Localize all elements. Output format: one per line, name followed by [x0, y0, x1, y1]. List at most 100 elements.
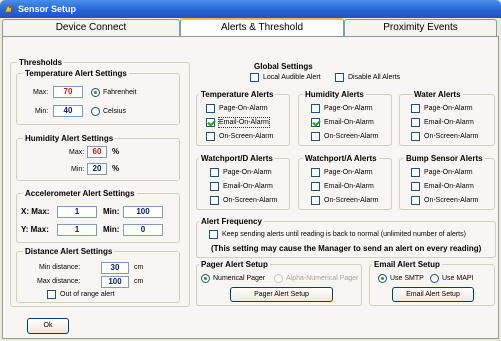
temp-min-input[interactable]: 40 [53, 105, 83, 117]
temp-on-screen-alarm-checkbox[interactable] [206, 132, 215, 141]
water-email-on-alarm-checkbox[interactable] [411, 118, 420, 127]
wpa-on-screen-alarm-checkbox[interactable] [311, 196, 320, 205]
wpd-email-on-alarm-label: Email-On-Alarm [223, 183, 273, 190]
ok-label: Ok [43, 322, 53, 329]
water-page-on-alarm-checkbox[interactable] [411, 104, 420, 113]
wpa-page-on-alarm-checkbox[interactable] [311, 168, 320, 177]
accel-y-min-input[interactable]: 0 [123, 224, 163, 236]
bump-on-screen-alarm-label: On-Screen-Alarm [424, 197, 479, 204]
window-title: Sensor Setup [18, 4, 77, 14]
wpa-email-on-alarm-label: Email-On-Alarm [324, 183, 374, 190]
title-bar: Sensor Setup [0, 0, 501, 18]
use-smtp-radio[interactable] [378, 274, 387, 283]
accel-y-max-input[interactable]: 1 [57, 224, 97, 236]
numerical-pager-radio[interactable] [201, 274, 210, 283]
humidity-settings-group: Humidity Alert Settings Max: 60 % Min: 2… [16, 134, 180, 181]
alert-frequency-group: Alert Frequency Keep sending alerts unti… [196, 217, 496, 258]
humidity-email-on-alarm-checkbox[interactable] [311, 118, 320, 127]
watchport-d-alerts-group: Watchport/D Alerts Page-On-Alarm Email-O… [196, 154, 290, 210]
humidity-min-unit: % [112, 164, 120, 173]
disable-all-alerts-label: Disable All Alerts [348, 74, 401, 81]
water-on-screen-alarm-checkbox[interactable] [411, 132, 420, 141]
disable-all-alerts-checkbox[interactable] [335, 73, 344, 82]
temp-page-on-alarm-checkbox[interactable] [206, 104, 215, 113]
humidity-page-on-alarm-checkbox[interactable] [311, 104, 320, 113]
watchport-d-alerts-title: Watchport/D Alerts [199, 154, 275, 163]
humidity-email-on-alarm-label: Email-On-Alarm [324, 119, 374, 126]
distance-settings-group: Distance Alert Settings Min distance: 30… [16, 247, 180, 303]
wpd-email-on-alarm-checkbox[interactable] [210, 182, 219, 191]
humidity-min-label: Min: [71, 166, 85, 173]
wpa-email-on-alarm-checkbox[interactable] [311, 182, 320, 191]
wpa-on-screen-alarm-label: On-Screen-Alarm [324, 197, 379, 204]
alert-frequency-warning: (This setting may cause the Manager to s… [211, 244, 482, 253]
humidity-settings-title: Humidity Alert Settings [23, 134, 116, 143]
bump-page-on-alarm-checkbox[interactable] [411, 168, 420, 177]
thresholds-title: Thresholds [17, 58, 65, 67]
humidity-alerts-group: Humidity Alerts Page-On-Alarm Email-On-A… [298, 90, 392, 146]
use-smtp-label: Use SMTP [390, 275, 424, 282]
wpd-on-screen-alarm-checkbox[interactable] [210, 196, 219, 205]
pager-alert-setup-title: Pager Alert Setup [199, 260, 270, 269]
humidity-max-unit: % [112, 147, 120, 156]
use-mapi-radio[interactable] [430, 274, 439, 283]
temp-email-on-alarm-checkbox[interactable] [206, 118, 215, 127]
pager-alert-setup-button[interactable]: Pager Alert Setup [230, 287, 333, 302]
out-of-range-label: Out of range alert [60, 291, 115, 298]
water-alerts-group: Water Alerts Page-On-Alarm Email-On-Alar… [399, 90, 495, 146]
thresholds-group: Thresholds Temperature Alert Settings Ma… [10, 58, 190, 307]
bump-page-on-alarm-label: Page-On-Alarm [424, 169, 473, 176]
tab-proximity-events[interactable]: Proximity Events [344, 19, 497, 36]
accel-x-max-label: X: Max: [21, 207, 50, 216]
fahrenheit-radio[interactable] [91, 88, 100, 97]
temperature-settings-title: Temperature Alert Settings [23, 69, 129, 78]
email-alert-setup-button[interactable]: Email Alert Setup [392, 287, 474, 302]
use-mapi-label: Use MAPI [442, 275, 474, 282]
sensor-setup-window: Sensor Setup Device Connect Alerts & Thr… [0, 0, 501, 341]
ok-button[interactable]: Ok [27, 318, 69, 334]
celsius-label: Celsius [103, 108, 126, 115]
water-email-on-alarm-label: Email-On-Alarm [424, 119, 474, 126]
bump-email-on-alarm-checkbox[interactable] [411, 182, 420, 191]
alerts-threshold-panel: Thresholds Temperature Alert Settings Ma… [2, 36, 499, 339]
temp-max-input[interactable]: 70 [53, 86, 83, 98]
max-distance-input[interactable]: 100 [101, 276, 129, 288]
global-settings-group: Global Settings Local Audible Alert Disa… [250, 62, 430, 85]
temperature-alerts-group: Temperature Alerts Page-On-Alarm Email-O… [196, 90, 290, 146]
tab-device-connect[interactable]: Device Connect [2, 19, 180, 36]
bump-on-screen-alarm-checkbox[interactable] [411, 196, 420, 205]
humidity-max-input[interactable]: 60 [87, 146, 107, 158]
temp-on-screen-alarm-label: On-Screen-Alarm [219, 133, 274, 140]
humidity-min-input[interactable]: 20 [87, 163, 107, 175]
local-audible-alert-checkbox[interactable] [250, 73, 259, 82]
wpa-page-on-alarm-label: Page-On-Alarm [324, 169, 373, 176]
temperature-alerts-title: Temperature Alerts [199, 90, 276, 99]
accel-x-min-label: Min: [103, 207, 120, 216]
alpha-numerical-pager-radio[interactable] [274, 274, 283, 283]
celsius-radio[interactable] [91, 107, 100, 116]
accelerometer-settings-group: Accelerometer Alert Settings X: Max: 1 M… [16, 189, 180, 243]
bump-email-on-alarm-label: Email-On-Alarm [424, 183, 474, 190]
global-settings-title: Global Settings [254, 62, 313, 71]
out-of-range-checkbox[interactable] [47, 290, 56, 299]
min-distance-input[interactable]: 30 [101, 262, 129, 274]
humidity-page-on-alarm-label: Page-On-Alarm [324, 105, 373, 112]
temp-email-on-alarm-label: Email-On-Alarm [218, 117, 270, 128]
max-distance-unit: cm [134, 278, 144, 285]
min-distance-unit: cm [134, 264, 144, 271]
distance-settings-title: Distance Alert Settings [23, 247, 115, 256]
numerical-pager-label: Numerical Pager [213, 275, 266, 282]
accel-x-min-input[interactable]: 100 [123, 206, 163, 218]
alpha-numerical-pager-label: Alpha-Numerical Pager [286, 275, 359, 282]
accel-x-max-input[interactable]: 1 [57, 206, 97, 218]
wpd-page-on-alarm-checkbox[interactable] [210, 168, 219, 177]
pager-alert-setup-group: Pager Alert Setup Numerical Pager Alpha-… [196, 260, 362, 306]
keep-sending-alerts-label: Keep sending alerts until reading is bac… [222, 231, 466, 238]
alert-frequency-title: Alert Frequency [199, 217, 264, 226]
tab-alerts-threshold[interactable]: Alerts & Threshold [180, 18, 344, 36]
humidity-on-screen-alarm-checkbox[interactable] [311, 132, 320, 141]
accel-y-max-label: Y: Max: [21, 225, 49, 234]
keep-sending-alerts-checkbox[interactable] [209, 230, 218, 239]
water-page-on-alarm-label: Page-On-Alarm [424, 105, 473, 112]
watchport-a-alerts-group: Watchport/A Alerts Page-On-Alarm Email-O… [298, 154, 392, 210]
